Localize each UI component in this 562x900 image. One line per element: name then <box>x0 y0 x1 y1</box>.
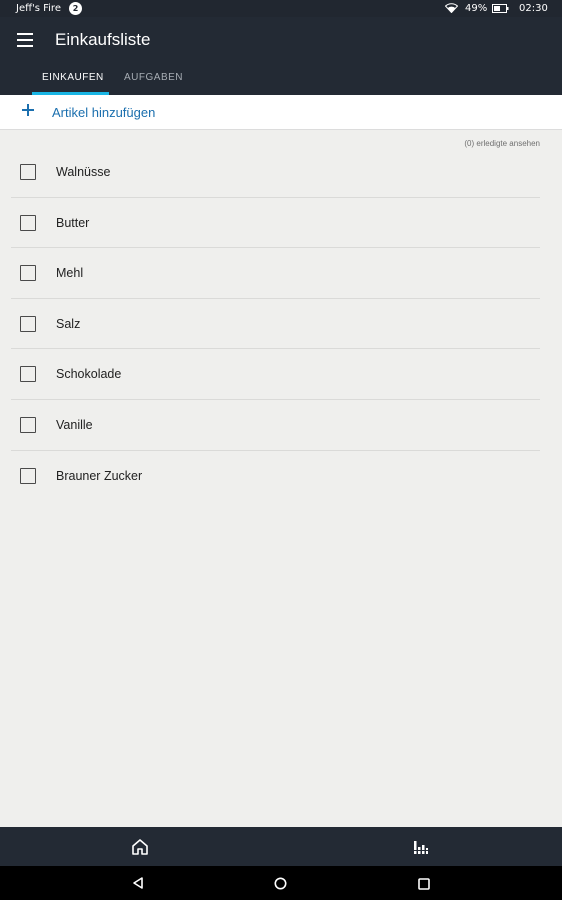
square-icon[interactable] <box>418 877 430 890</box>
battery-percent: 49% <box>465 3 488 14</box>
item-label[interactable]: Brauner Zucker <box>56 469 142 483</box>
list-item: Butter <box>11 198 540 249</box>
home-icon[interactable] <box>131 838 149 856</box>
list-item: Walnüsse <box>11 147 540 198</box>
item-label[interactable]: Walnüsse <box>56 165 110 179</box>
list-item: Brauner Zucker <box>11 451 540 502</box>
item-checkbox[interactable] <box>20 416 36 433</box>
item-checkbox[interactable] <box>20 467 36 484</box>
bar-chart-icon[interactable] <box>413 839 429 855</box>
add-item-label: Artikel hinzufügen <box>52 105 156 120</box>
item-checkbox[interactable] <box>20 366 36 383</box>
shopping-list: Walnüsse Butter Mehl Salz Schokolade Van… <box>0 147 562 501</box>
add-item-button[interactable]: Artikel hinzufügen <box>0 95 562 130</box>
status-bar: Jeff's Fire 2 49% 02:30 <box>0 0 562 17</box>
item-label[interactable]: Salz <box>56 317 80 331</box>
hamburger-menu-icon[interactable] <box>17 33 33 47</box>
page-title: Einkaufsliste <box>55 30 151 49</box>
battery-icon <box>492 4 509 16</box>
back-triangle-icon[interactable] <box>131 876 145 890</box>
list-item: Mehl <box>11 248 540 299</box>
tab-aufgaben[interactable]: AUFGABEN <box>124 72 183 83</box>
plus-icon <box>22 104 34 116</box>
item-checkbox[interactable] <box>20 214 36 231</box>
item-checkbox[interactable] <box>20 315 36 332</box>
wifi-icon <box>444 3 459 16</box>
item-checkbox[interactable] <box>20 265 36 282</box>
item-checkbox[interactable] <box>20 164 36 180</box>
item-label[interactable]: Schokolade <box>56 367 121 381</box>
device-name: Jeff's Fire <box>16 3 61 14</box>
tab-einkaufen[interactable]: EINKAUFEN <box>42 72 104 83</box>
circle-icon[interactable] <box>274 877 287 890</box>
item-label[interactable]: Butter <box>56 216 89 230</box>
list-item: Schokolade <box>11 349 540 400</box>
list-item: Vanille <box>11 400 540 451</box>
app-bar: Einkaufsliste EINKAUFEN AUFGABEN <box>0 17 562 95</box>
bottom-navigation <box>0 827 562 866</box>
notification-badge: 2 <box>69 2 82 15</box>
system-navigation <box>0 866 562 900</box>
list-item: Salz <box>11 299 540 350</box>
item-label[interactable]: Vanille <box>56 418 93 432</box>
item-label[interactable]: Mehl <box>56 266 83 280</box>
clock: 02:30 <box>519 3 548 14</box>
